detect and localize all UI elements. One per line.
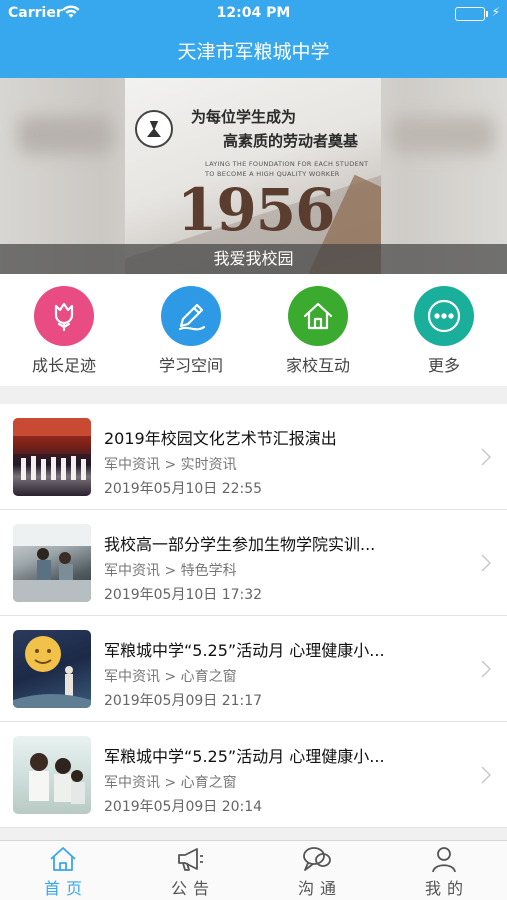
home-icon (288, 286, 348, 346)
news-category: 军中资讯 > 特色学科 (104, 563, 237, 579)
poster-year: 1956 (177, 176, 335, 244)
chevron-right-icon (481, 554, 492, 576)
tab-label: 我的 (424, 879, 469, 898)
news-item[interactable]: 军粮城中学“5.25”活动月 心理健康小... 军中资讯 > 心育之窗 2019… (0, 616, 507, 722)
news-item[interactable]: 我校高一部分学生参加生物学院实训... 军中资讯 > 特色学科 2019年05月… (0, 510, 507, 616)
tab-label: 首页 (43, 879, 88, 898)
banner-blur-right (390, 116, 495, 154)
status-bar: Carrier 12:04 PM ⚡ (0, 0, 507, 28)
chevron-right-icon (481, 766, 492, 788)
news-title: 2019年校园文化艺术节汇报演出 (104, 429, 337, 448)
tab-label: 沟通 (297, 879, 342, 898)
user-icon (381, 845, 507, 875)
chevron-right-icon (481, 660, 492, 682)
quick-menu-label: 家校互动 (285, 356, 350, 375)
news-thumbnail (13, 736, 91, 814)
quick-menu-label: 成长足迹 (31, 356, 96, 375)
battery-tip (486, 11, 488, 17)
battery-icon (455, 7, 485, 21)
tab-communicate[interactable]: 沟通 (254, 841, 380, 900)
status-time: 12:04 PM (216, 5, 291, 21)
quick-menu-more[interactable]: 更多 (384, 286, 504, 376)
banner-carousel[interactable]: 为每位学生成为 高素质的劳动者奠基 LAYING THE FOUNDATION … (0, 78, 507, 274)
news-category: 军中资讯 > 心育之窗 (104, 775, 237, 791)
more-dots-icon (414, 286, 474, 346)
banner-blur-left (18, 116, 113, 154)
tab-me[interactable]: 我的 (381, 841, 507, 900)
banner-caption: 我爱我校园 (0, 244, 507, 274)
news-list: 2019年校园文化艺术节汇报演出 军中资讯 > 实时资讯 2019年05月10日… (0, 404, 507, 828)
chat-icon (254, 845, 380, 875)
news-date: 2019年05月10日 17:32 (104, 587, 263, 603)
nav-bar: 天津市军粮城中学 (0, 28, 507, 78)
quick-menu-home-school[interactable]: 家校互动 (258, 286, 378, 376)
tulip-icon (34, 286, 94, 346)
news-title: 军粮城中学“5.25”活动月 心理健康小... (104, 747, 385, 766)
quick-menu-label: 学习空间 (158, 356, 223, 375)
news-title: 军粮城中学“5.25”活动月 心理健康小... (104, 641, 385, 660)
poster-english-1: LAYING THE FOUNDATION FOR EACH STUDENT (205, 160, 369, 168)
tab-bar: 首页 公告 沟通 我的 (0, 840, 507, 900)
quick-menu-label: 更多 (427, 356, 460, 375)
quick-menu: 成长足迹 学习空间 家校互动 更多 (0, 274, 507, 386)
news-date: 2019年05月09日 20:14 (104, 799, 263, 815)
news-date: 2019年05月09日 21:17 (104, 693, 263, 709)
tab-label: 公告 (170, 879, 215, 898)
news-date: 2019年05月10日 22:55 (104, 481, 263, 497)
chevron-right-icon (481, 448, 492, 470)
news-thumbnail (13, 524, 91, 602)
poster-slogan-1: 为每位学生成为 (191, 108, 297, 126)
megaphone-icon (127, 845, 253, 875)
tab-home[interactable]: 首页 (0, 841, 126, 900)
quick-menu-study[interactable]: 学习空间 (131, 286, 251, 376)
home-tab-icon (0, 845, 126, 875)
school-logo (135, 110, 173, 148)
news-item[interactable]: 军粮城中学“5.25”活动月 心理健康小... 军中资讯 > 心育之窗 2019… (0, 722, 507, 828)
news-category: 军中资讯 > 心育之窗 (104, 669, 237, 685)
news-title: 我校高一部分学生参加生物学院实训... (104, 535, 376, 554)
pencil-icon (161, 286, 221, 346)
page-title: 天津市军粮城中学 (177, 41, 330, 63)
news-thumbnail (13, 630, 91, 708)
news-item[interactable]: 2019年校园文化艺术节汇报演出 军中资讯 > 实时资讯 2019年05月10日… (0, 404, 507, 510)
news-category: 军中资讯 > 实时资讯 (104, 457, 237, 473)
news-thumbnail (13, 418, 91, 496)
charging-icon: ⚡ (491, 5, 500, 19)
tab-announcements[interactable]: 公告 (127, 841, 253, 900)
poster-slogan-2: 高素质的劳动者奠基 (223, 132, 359, 150)
quick-menu-growth[interactable]: 成长足迹 (4, 286, 124, 376)
